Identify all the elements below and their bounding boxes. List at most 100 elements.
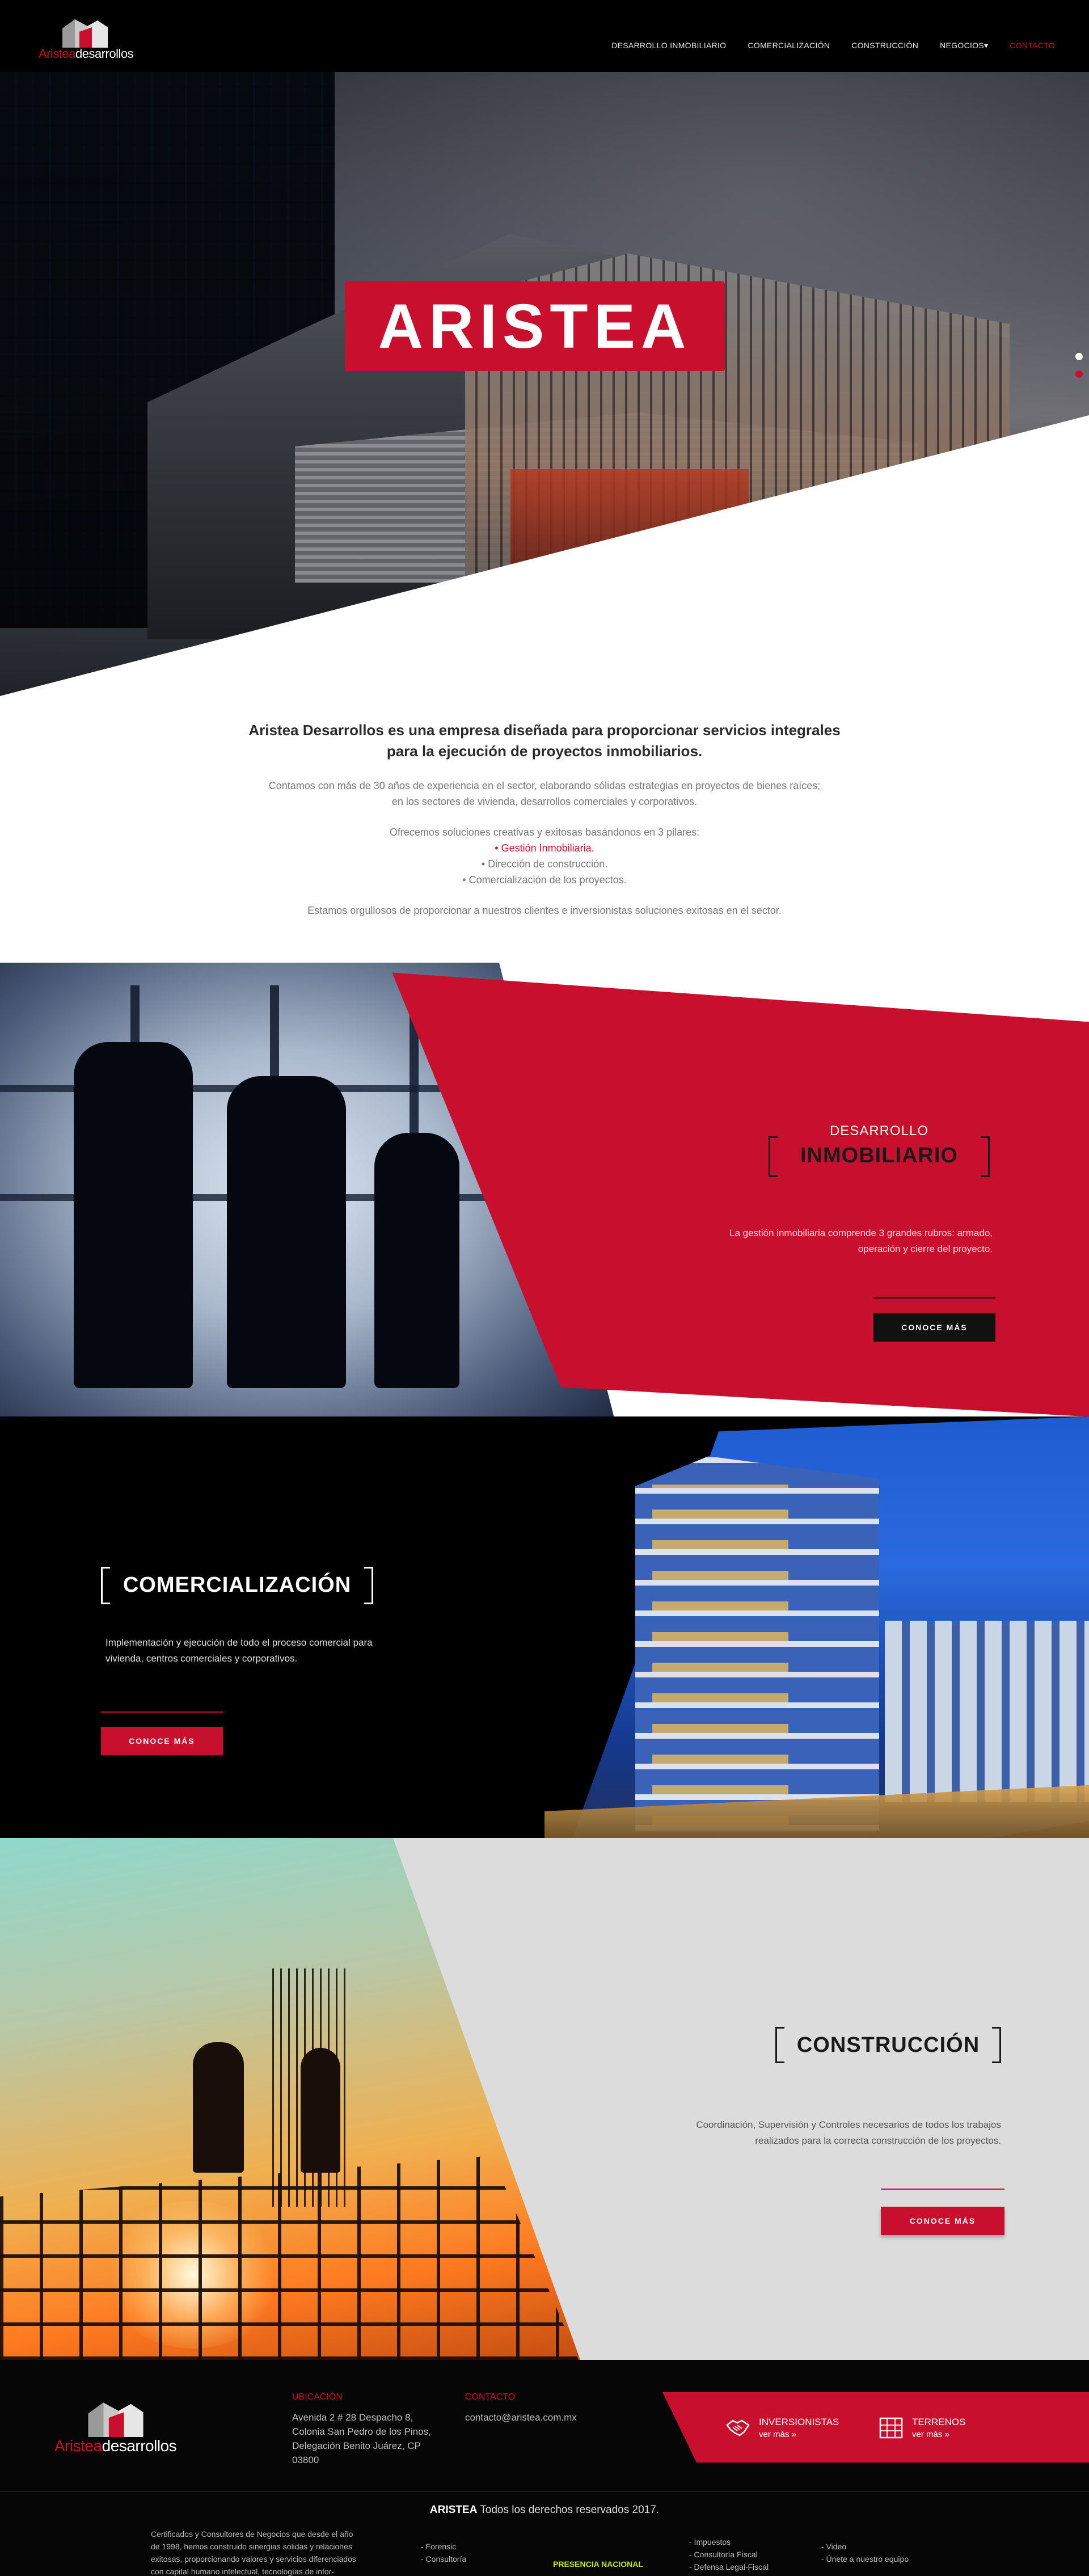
logo-mark-icon	[88, 2402, 143, 2437]
logo-wordmark-part2: desarrollos	[102, 2437, 177, 2455]
presencia-nacional-label: PRESENCIA NACIONAL	[553, 2560, 643, 2569]
service-description-line-2: operación y cierre del proyecto.	[858, 1243, 993, 1254]
site-footer: Aristeadesarrollos UBICACIÓN Avenida 2 #…	[0, 2360, 1089, 2576]
nav-contacto[interactable]: CONTACTO	[1010, 41, 1055, 50]
service-description: Coordinación, Supervisión y Controles ne…	[652, 2117, 1001, 2149]
footer-overflow-media: - Video - Únete a nuestro equipo	[821, 2540, 909, 2565]
service-description-line-1: Implementación y ejecución de todo el pr…	[105, 1637, 373, 1648]
overflow-link[interactable]: - Video	[821, 2540, 909, 2553]
terrenos-link[interactable]: TERRENOS ver más »	[878, 2415, 965, 2441]
intro-section: Aristea Desarrollos es una empresa diseñ…	[0, 696, 1089, 963]
inversionistas-label: INVERSIONISTAS	[759, 2417, 839, 2427]
button-divider	[101, 1711, 223, 1713]
footer-ubicacion-heading: UBICACIÓN	[292, 2392, 343, 2402]
logo-wordmark-part1: Aristea	[39, 47, 75, 61]
footer-logo[interactable]: Aristeadesarrollos	[54, 2398, 177, 2455]
silhouette-person	[374, 1133, 459, 1388]
intro-lead: Aristea Desarrollos es una empresa diseñ…	[248, 722, 841, 760]
terrenos-ver-mas[interactable]: ver más »	[912, 2430, 965, 2439]
service-desarrollo-inmobiliario: DESARROLLO INMOBILIARIO La gestión inmob…	[0, 963, 1089, 1456]
button-divider	[881, 2189, 1004, 2190]
silhouette-worker	[301, 2048, 340, 2173]
overflow-line: exitosas, proporcionando valores y servi…	[151, 2554, 356, 2564]
footer-overflow-fiscal: - Impuestos - Consultoría Fiscal - Defen…	[689, 2536, 769, 2573]
handshake-icon	[726, 2419, 750, 2436]
silhouette-person	[74, 1042, 193, 1388]
service-description: La gestión inmobiliaria comprende 3 gran…	[703, 1225, 993, 1257]
pillar-item: • Comercialización de los proyectos.	[462, 874, 627, 886]
overflow-link[interactable]: - Únete a nuestro equipo	[821, 2553, 909, 2565]
building-lights	[652, 1485, 788, 1825]
service-title: CONSTRUCCIÓN	[796, 2033, 980, 2057]
hero-title: ARISTEA	[345, 281, 725, 371]
service-description: Implementación y ejecución de todo el pr…	[105, 1635, 400, 1667]
logo-mark-icon	[62, 19, 108, 48]
brand-logo[interactable]: Aristeadesarrollos	[39, 16, 135, 61]
overflow-link[interactable]: - Forensic	[421, 2540, 466, 2553]
footer-email-link[interactable]: contacto@aristea.com.mx	[465, 2412, 577, 2423]
conoce-mas-button[interactable]: CONOCE MÁS	[881, 2207, 1004, 2235]
service-kicker: DESARROLLO	[829, 1123, 929, 1139]
nav-desarrollo-inmobiliario[interactable]: DESARROLLO INMOBILIARIO	[611, 41, 726, 50]
service-construccion: CONSTRUCCIÓN Coordinación, Supervisión y…	[0, 1838, 1089, 2360]
intro-pillars: Ofrecemos soluciones creativas y exitosa…	[0, 824, 1089, 888]
overflow-link[interactable]: - Impuestos	[689, 2536, 769, 2548]
service-title: INMOBILIARIO	[800, 1144, 958, 1167]
nav-comercializacion[interactable]: COMERCIALIZACIÓN	[748, 41, 830, 50]
footer-address-line: 03800	[292, 2455, 319, 2465]
building-block-shape	[885, 1621, 1089, 1802]
footer-overflow-services: - Forensic - Consultoría	[421, 2540, 466, 2565]
footer-overflow-about: Certificados y Consultores de Negocios q…	[151, 2528, 356, 2576]
slider-dots	[1075, 353, 1083, 388]
map-plot-icon	[879, 2417, 903, 2439]
logo-wordmark: Aristeadesarrollos	[39, 47, 134, 61]
footer-red-band: INVERSIONISTAS ver más » TERRENOS ver má…	[662, 2392, 1089, 2463]
logo-wordmark-part1: Aristea	[54, 2437, 102, 2455]
button-divider	[873, 1297, 995, 1298]
footer-address-line: Colonia San Pedro de los Pinos,	[292, 2426, 431, 2437]
pillar-item: • Gestión Inmobiliaria.	[495, 842, 594, 854]
footer-address-line: Avenida 2 # 28 Despacho 8,	[292, 2412, 413, 2423]
overflow-line: con capital humano intelectual, tecnolog…	[151, 2567, 334, 2576]
silhouette-person	[227, 1076, 346, 1388]
inversionistas-link[interactable]: INVERSIONISTAS ver más »	[725, 2415, 839, 2441]
overflow-line: de 1998, hemos construido sinergias sóli…	[151, 2542, 352, 2551]
pillar-item: • Dirección de construcción.	[481, 858, 608, 870]
conoce-mas-button[interactable]: CONOCE MÁS	[873, 1313, 995, 1342]
footer-address-line: Delegación Benito Juárez, CP	[292, 2440, 421, 2451]
inversionistas-ver-mas[interactable]: ver más »	[759, 2430, 839, 2439]
footer-contacto-heading: CONTACTO	[465, 2392, 516, 2402]
intro-experience-line-2: en los sectores de vivienda, desarrollos…	[391, 796, 698, 807]
logo-wordmark: Aristeadesarrollos	[54, 2437, 177, 2455]
footer-contacto: CONTACTO contacto@aristea.com.mx	[465, 2392, 577, 2425]
nav-negocios-dropdown[interactable]: NEGOCIOS▾	[940, 41, 988, 50]
terrenos-text: TERRENOS ver más »	[912, 2417, 965, 2439]
service-description-line-2: realizados para la correcta construcción…	[755, 2135, 1001, 2146]
main-nav: DESARROLLO INMOBILIARIO COMERCIALIZACIÓN…	[611, 41, 1055, 50]
service-description-line-1: La gestión inmobiliaria comprende 3 gran…	[729, 1228, 993, 1238]
overflow-link[interactable]: - Defensa Legal-Fiscal	[689, 2561, 769, 2573]
footer-ubicacion: UBICACIÓN Avenida 2 # 28 Despacho 8, Col…	[292, 2392, 431, 2467]
overflow-link[interactable]: - Consultoría	[421, 2553, 466, 2565]
intro-experience-line-1: Contamos con más de 30 años de experienc…	[268, 780, 821, 791]
site-header: Aristeadesarrollos DESARROLLO INMOBILIAR…	[0, 0, 1089, 72]
hero-slider: ARISTEA	[0, 72, 1089, 696]
intro-closing: Estamos orgullosos de proporcionar a nue…	[307, 905, 782, 916]
conoce-mas-button[interactable]: CONOCE MÁS	[101, 1727, 223, 1755]
copyright-text: Todos los derechos reservados 2017.	[477, 2504, 660, 2516]
logo-wordmark-part2: desarrollos	[75, 47, 134, 61]
intro-pillars-heading: Ofrecemos soluciones creativas y exitosa…	[389, 827, 700, 838]
service-description-line-1: Coordinación, Supervisión y Controles ne…	[696, 2119, 1001, 2130]
intro-experience: Contamos con más de 30 años de experienc…	[0, 778, 1089, 810]
slider-dot-1[interactable]	[1075, 353, 1083, 360]
nav-construccion[interactable]: CONSTRUCCIÓN	[851, 41, 918, 50]
terrenos-label: TERRENOS	[912, 2417, 966, 2427]
inversionistas-text: INVERSIONISTAS ver más »	[759, 2417, 839, 2439]
service-description-line-2: vivienda, centros comerciales y corporat…	[105, 1653, 298, 1664]
overflow-link[interactable]: - Consultoría Fiscal	[689, 2548, 769, 2561]
copyright-brand: ARISTEA	[429, 2504, 478, 2516]
silhouette-worker	[193, 2042, 244, 2173]
copyright: ARISTEA Todos los derechos reservados 20…	[0, 2504, 1089, 2516]
overflow-line: Certificados y Consultores de Negocios q…	[151, 2529, 353, 2539]
slider-dot-2[interactable]	[1075, 370, 1083, 378]
